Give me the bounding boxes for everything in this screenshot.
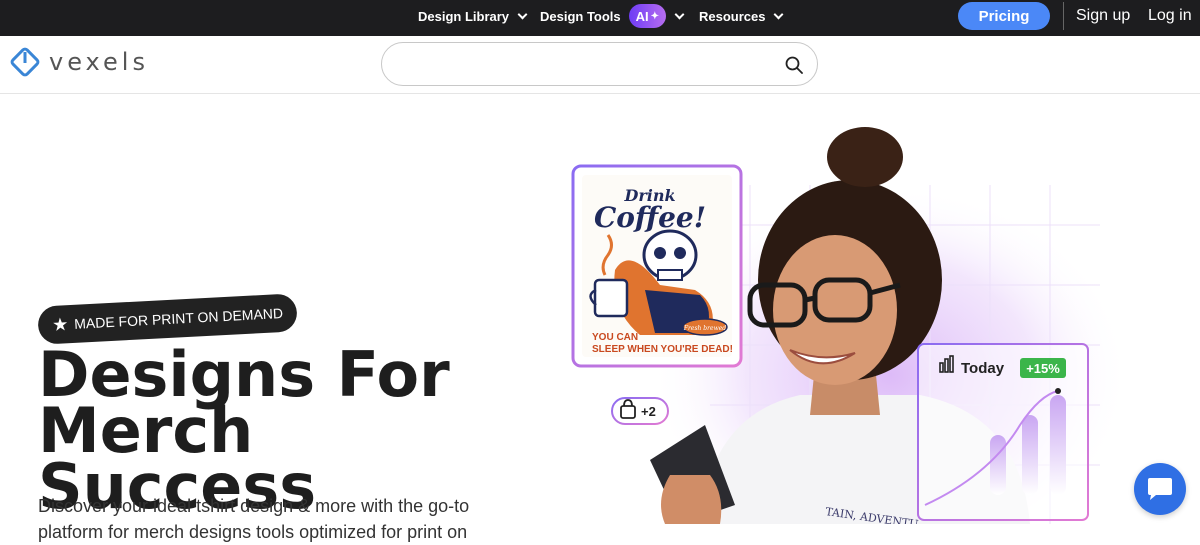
sparkle-icon: ✦ (650, 10, 660, 22)
log-in-link[interactable]: Log in (1148, 0, 1192, 32)
stats-point (1055, 388, 1061, 394)
coffee-tagline-1: YOU CAN (592, 332, 638, 343)
search-icon[interactable] (785, 56, 803, 74)
nav-design-library[interactable]: Design Library (418, 0, 528, 32)
vexels-logo-icon (10, 47, 40, 77)
ai-badge-label: AI (635, 8, 649, 24)
logo-wordmark: vexels (49, 48, 149, 76)
chat-support-button[interactable] (1134, 463, 1186, 515)
coffee-design-card: Drink Coffee! Fresh brewed YOU CAN SLEEP… (571, 164, 743, 368)
cart-chip: +2 (611, 397, 669, 425)
nav-design-tools-label: Design Tools (540, 8, 621, 24)
sign-up-link[interactable]: Sign up (1076, 0, 1130, 32)
stats-change: +15% (1026, 361, 1060, 376)
stats-bar (1050, 395, 1066, 495)
ai-badge: AI ✦ (628, 4, 667, 28)
stats-label: Today (961, 360, 1005, 377)
hero-title: Designs For Merch Success (38, 338, 598, 518)
chat-bubble-icon (1148, 478, 1172, 500)
coffee-title-2: Coffee! (594, 201, 706, 234)
hero-subtitle: Discover your ideal tshirt design & more… (38, 496, 470, 542)
stats-bar (1022, 415, 1038, 495)
nav-design-library-label: Design Library (418, 8, 510, 24)
hero-section: ★ MADE FOR PRINT ON DEMAND Designs For M… (0, 95, 1200, 542)
nav-design-tools[interactable]: Design Tools AI ✦ (540, 0, 685, 32)
vexels-logo[interactable]: vexels (9, 46, 149, 78)
site-header: vexels (0, 36, 1200, 94)
coffee-small-label: Fresh brewed (683, 325, 726, 332)
chevron-down-icon (674, 9, 685, 19)
star-icon: ★ (51, 313, 69, 335)
pricing-button[interactable]: Pricing (958, 2, 1050, 30)
badge-label: MADE FOR PRINT ON DEMAND (73, 304, 284, 332)
nav-resources[interactable]: Resources (699, 0, 784, 32)
cart-count: +2 (641, 404, 656, 419)
stats-card: Today +15% (917, 343, 1089, 521)
stats-bar (990, 435, 1006, 495)
top-nav-bar: Design Library Design Tools AI ✦ Resource… (0, 0, 1200, 36)
coffee-tagline-2: SLEEP WHEN YOU'RE DEAD! (592, 344, 733, 355)
hero-title-line-1: Designs For Merch (38, 338, 450, 467)
nav-resources-label: Resources (699, 8, 766, 24)
search-bar (381, 42, 818, 86)
hero-illustration: Drink Coffee! Fresh brewed YOU CAN SLEEP… (571, 127, 1120, 524)
chevron-down-icon (517, 9, 528, 19)
chevron-down-icon (774, 9, 784, 19)
search-input[interactable] (400, 53, 780, 77)
nav-divider (1063, 2, 1064, 30)
